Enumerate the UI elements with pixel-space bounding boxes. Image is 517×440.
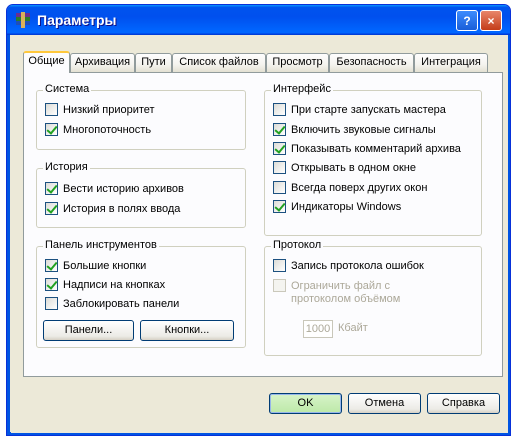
close-icon: ×: [487, 13, 495, 28]
tab-security[interactable]: Безопасность: [329, 53, 414, 72]
large-buttons-checkbox[interactable]: Большие кнопки: [45, 258, 146, 273]
checkbox-label: Большие кнопки: [63, 259, 147, 272]
close-button[interactable]: ×: [480, 10, 502, 31]
input-history-checkbox[interactable]: История в полях ввода: [45, 201, 180, 216]
winrar-app-icon: [16, 12, 30, 28]
log-size-unit: Кбайт: [338, 322, 368, 334]
help-button[interactable]: Справка: [427, 393, 500, 414]
checkbox-box[interactable]: [45, 123, 58, 136]
tab-archiving[interactable]: Архивация: [70, 53, 135, 72]
checkbox-label: Низкий приоритет: [63, 103, 155, 116]
tab-paths[interactable]: Пути: [135, 53, 172, 72]
checkbox-box[interactable]: [45, 202, 58, 215]
group-title: История: [43, 161, 90, 173]
lock-toolbars-checkbox[interactable]: Заблокировать панели: [45, 296, 179, 311]
checkbox-box[interactable]: [45, 103, 58, 116]
low-priority-checkbox[interactable]: Низкий приоритет: [45, 102, 155, 117]
group-title: Система: [43, 83, 92, 95]
tab-label: Пути: [141, 56, 166, 68]
cancel-button[interactable]: Отмена: [348, 393, 421, 414]
ok-button[interactable]: OK: [269, 393, 342, 414]
checkbox-label: Показывать комментарий архива: [291, 142, 461, 155]
tab-label: Безопасность: [336, 56, 407, 68]
log-errors-checkbox[interactable]: Запись протокола ошибок: [273, 258, 424, 273]
checkbox-label: Надписи на кнопках: [63, 278, 166, 291]
log-size-input[interactable]: 1000: [303, 320, 333, 338]
checkbox-box[interactable]: [273, 103, 286, 116]
tab-viewer[interactable]: Просмотр: [266, 53, 329, 72]
options-dialog: Параметры ? × Общие Архивация Пути Списо…: [6, 4, 511, 436]
tab-label: Просмотр: [272, 56, 323, 68]
show-comment-checkbox[interactable]: Показывать комментарий архива: [273, 141, 461, 156]
panels-button[interactable]: Панели...: [43, 320, 134, 341]
tab-strip: Общие Архивация Пути Список файлов Просм…: [23, 51, 503, 73]
always-on-top-checkbox[interactable]: Всегда поверх других окон: [273, 180, 427, 195]
multithreading-checkbox[interactable]: Многопоточность: [45, 122, 151, 137]
tab-label: Общие: [28, 55, 65, 67]
checkbox-box[interactable]: [45, 278, 58, 291]
checkbox-label: Включить звуковые сигналы: [291, 123, 436, 136]
system-group: Система Низкий приоритет Многопоточность: [36, 83, 246, 150]
archive-history-checkbox[interactable]: Вести историю архивов: [45, 181, 184, 196]
group-title: Протокол: [271, 239, 324, 251]
checkbox-label: Вести историю архивов: [63, 182, 184, 195]
checkbox-box[interactable]: [273, 142, 286, 155]
checkbox-box[interactable]: [273, 200, 286, 213]
single-window-checkbox[interactable]: Открывать в одном окне: [273, 160, 416, 175]
tab-label: Интеграция: [421, 56, 481, 68]
dialog-body: Общие Архивация Пути Список файлов Просм…: [11, 35, 508, 433]
checkbox-label: Всегда поверх других окон: [291, 181, 428, 194]
checkbox-label: История в полях ввода: [63, 202, 181, 215]
group-title: Панель инструментов: [43, 239, 159, 251]
sound-signals-checkbox[interactable]: Включить звуковые сигналы: [273, 122, 436, 137]
checkbox-label: Ограничить файл с: [291, 279, 391, 292]
window-title: Параметры: [37, 12, 117, 28]
startup-wizard-checkbox[interactable]: При старте запускать мастера: [273, 102, 446, 117]
general-tab-panel: Система Низкий приоритет Многопоточность…: [23, 72, 503, 377]
tab-label: Архивация: [74, 56, 131, 68]
question-icon: ?: [463, 13, 471, 28]
buttons-button[interactable]: Кнопки...: [140, 320, 234, 341]
button-captions-checkbox[interactable]: Надписи на кнопках: [45, 277, 165, 292]
tab-file-list[interactable]: Список файлов: [172, 53, 266, 72]
tab-integration[interactable]: Интеграция: [414, 53, 488, 72]
checkbox-box[interactable]: [45, 297, 58, 310]
group-title: Интерфейс: [271, 83, 333, 95]
checkbox-label: Открывать в одном окне: [291, 161, 416, 174]
checkbox-label: При старте запускать мастера: [291, 103, 446, 116]
checkbox-label: Заблокировать панели: [63, 297, 180, 310]
help-title-button[interactable]: ?: [456, 10, 478, 31]
windows-indicators-checkbox[interactable]: Индикаторы Windows: [273, 199, 401, 214]
protocol-group: Протокол Запись протокола ошибок Огранич…: [264, 239, 482, 356]
checkbox-box[interactable]: [273, 161, 286, 174]
checkbox-label: Индикаторы Windows: [291, 200, 402, 213]
checkbox-box[interactable]: [273, 181, 286, 194]
toolbar-group: Панель инструментов Большие кнопки Надпи…: [36, 239, 246, 348]
limit-log-size-checkbox[interactable]: Ограничить файл с: [273, 278, 390, 293]
title-bar[interactable]: Параметры ? ×: [7, 5, 510, 35]
interface-group: Интерфейс При старте запускать мастера В…: [264, 83, 482, 236]
checkbox-label: Многопоточность: [63, 123, 152, 136]
checkbox-box[interactable]: [45, 182, 58, 195]
tab-general[interactable]: Общие: [23, 51, 70, 73]
checkbox-label: Запись протокола ошибок: [291, 259, 424, 272]
tab-label: Список файлов: [179, 56, 259, 68]
checkbox-box[interactable]: [273, 279, 286, 292]
checkbox-label-continuation: протоколом объёмом: [291, 293, 401, 305]
checkbox-box[interactable]: [273, 259, 286, 272]
history-group: История Вести историю архивов История в …: [36, 161, 246, 228]
checkbox-box[interactable]: [273, 123, 286, 136]
checkbox-box[interactable]: [45, 259, 58, 272]
